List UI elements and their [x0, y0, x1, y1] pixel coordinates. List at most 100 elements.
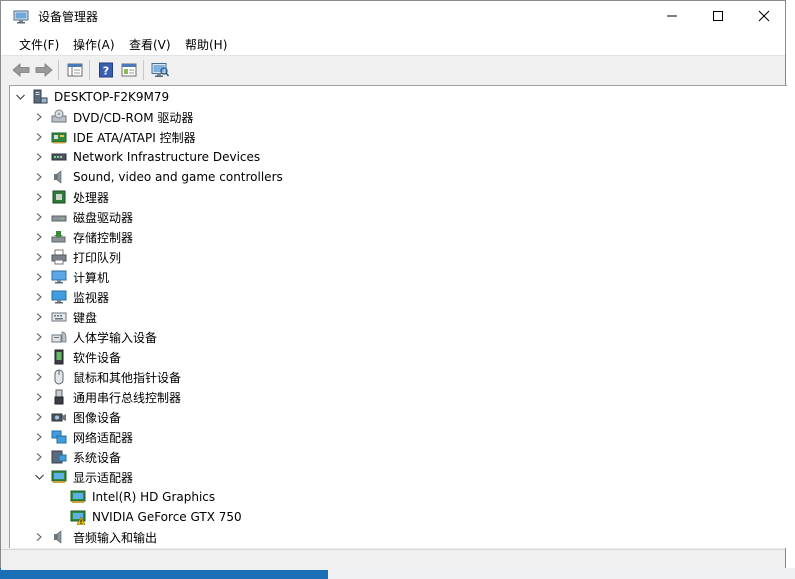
help-icon: ?	[99, 62, 113, 78]
tree-category[interactable]: 音频输入和输出	[33, 527, 157, 547]
chevron-right-icon	[36, 333, 42, 341]
help-button[interactable]: ?	[96, 60, 116, 80]
tree-expander[interactable]	[33, 527, 45, 547]
tree-expander[interactable]	[33, 147, 45, 167]
toolbar: ?	[1, 55, 785, 84]
tree-expander[interactable]	[33, 427, 45, 447]
tree-category[interactable]: 显示适配器	[33, 467, 133, 487]
tree-item-label: 软件设备	[73, 350, 122, 365]
tree-item-label: 键盘	[73, 310, 98, 325]
svg-text:?: ?	[103, 65, 109, 78]
properties-icon	[121, 63, 137, 77]
tree-item-label: 处理器	[73, 190, 110, 205]
back-arrow-icon	[12, 63, 30, 77]
tree-expander[interactable]	[33, 187, 45, 207]
minimize-button[interactable]	[649, 1, 695, 31]
tree-category[interactable]: 网络适配器	[33, 427, 133, 447]
tree-category[interactable]: 系统设备	[33, 447, 121, 467]
tree-category[interactable]: Sound, video and game controllers	[33, 167, 283, 187]
tree-category[interactable]: IDE ATA/ATAPI 控制器	[33, 127, 196, 147]
menu-help[interactable]: 帮助(H)	[185, 36, 227, 53]
chevron-down-icon	[15, 94, 25, 100]
chevron-down-icon	[34, 474, 44, 480]
chevron-right-icon	[36, 433, 42, 441]
forward-arrow-icon	[35, 63, 53, 77]
tree-category[interactable]: 磁盘驱动器	[33, 207, 133, 227]
tree-category[interactable]: 鼠标和其他指针设备	[33, 367, 181, 387]
chevron-right-icon	[36, 273, 42, 281]
tree-category[interactable]: 处理器	[33, 187, 109, 207]
tree-expander[interactable]	[14, 87, 26, 107]
tree-device[interactable]: NVIDIA GeForce GTX 750	[52, 507, 242, 527]
dvd-drive-icon	[51, 109, 67, 123]
background-window-edge	[786, 0, 795, 579]
tree-expander[interactable]	[33, 287, 45, 307]
tree-category[interactable]: 图像设备	[33, 407, 121, 427]
tree-item-label: 磁盘驱动器	[73, 210, 134, 225]
device-manager-window: 设备管理器 文件(F) 操作(A) 查看(V) 帮助(H) ? DESKTOP-…	[0, 0, 787, 570]
menu-bar: 文件(F) 操作(A) 查看(V) 帮助(H)	[1, 31, 785, 55]
tree-category[interactable]: 键盘	[33, 307, 97, 327]
menu-file[interactable]: 文件(F)	[19, 36, 59, 53]
tree-item-label: 存储控制器	[73, 230, 134, 245]
tree-expander[interactable]	[33, 387, 45, 407]
tree-category[interactable]: DVD/CD-ROM 驱动器	[33, 107, 193, 127]
tree-expander[interactable]	[33, 267, 45, 287]
tree-root[interactable]: DESKTOP-F2K9M79	[14, 87, 169, 107]
tree-item-label: 系统设备	[73, 450, 122, 465]
tree-expander[interactable]	[33, 207, 45, 227]
tree-category[interactable]: 计算机	[33, 267, 109, 287]
chevron-right-icon	[36, 353, 42, 361]
chevron-right-icon	[36, 173, 42, 181]
tree-category[interactable]: 人体学输入设备	[33, 327, 157, 347]
tree-item-label: 网络适配器	[73, 430, 134, 445]
tree-expander[interactable]	[33, 227, 45, 247]
forward-button[interactable]	[34, 60, 54, 80]
tree-expander	[52, 487, 64, 507]
tree-category[interactable]: 打印队列	[33, 247, 121, 267]
chevron-right-icon	[36, 313, 42, 321]
chevron-right-icon	[36, 373, 42, 381]
close-button[interactable]	[741, 1, 787, 31]
tree-category[interactable]: 存储控制器	[33, 227, 133, 247]
tree-category[interactable]: 监视器	[33, 287, 109, 307]
tree-item-label: 显示适配器	[73, 470, 134, 485]
tree-item-label: 通用串行总线控制器	[73, 390, 182, 405]
mouse-icon	[54, 369, 64, 385]
properties-button[interactable]	[119, 60, 139, 80]
menu-view[interactable]: 查看(V)	[129, 36, 171, 53]
tree-expander[interactable]	[33, 127, 45, 147]
tree-expander[interactable]	[33, 327, 45, 347]
tree-item-label: IDE ATA/ATAPI 控制器	[73, 130, 196, 145]
storage-controller-icon	[51, 231, 66, 243]
processor-icon	[52, 190, 66, 204]
tree-expander[interactable]	[33, 167, 45, 187]
tree-expander[interactable]	[33, 307, 45, 327]
console-tree-icon	[67, 63, 83, 77]
tree-expander[interactable]	[33, 247, 45, 267]
hid-icon	[51, 331, 67, 343]
back-button[interactable]	[11, 60, 31, 80]
speaker-icon	[54, 530, 62, 544]
tree-category[interactable]: 通用串行总线控制器	[33, 387, 181, 407]
show-hide-console-tree-button[interactable]	[65, 60, 85, 80]
tree-device[interactable]: Intel(R) HD Graphics	[52, 487, 215, 507]
tree-expander[interactable]	[33, 347, 45, 367]
tree-item-label: Sound, video and game controllers	[73, 170, 283, 184]
tree-expander[interactable]	[33, 467, 45, 487]
tree-expander[interactable]	[33, 107, 45, 127]
scan-hardware-button[interactable]	[150, 60, 170, 80]
chevron-right-icon	[36, 133, 42, 141]
minimize-icon	[667, 15, 677, 17]
toolbar-separator	[89, 60, 90, 80]
tree-item-label: DESKTOP-F2K9M79	[54, 90, 170, 104]
tree-category[interactable]: 软件设备	[33, 347, 121, 367]
system-device-icon	[51, 450, 67, 464]
tree-expander[interactable]	[33, 367, 45, 387]
menu-action[interactable]: 操作(A)	[73, 36, 115, 53]
tree-expander	[52, 507, 64, 527]
maximize-button[interactable]	[695, 1, 741, 31]
tree-expander[interactable]	[33, 407, 45, 427]
tree-category[interactable]: Network Infrastructure Devices	[33, 147, 260, 167]
tree-expander[interactable]	[33, 447, 45, 467]
